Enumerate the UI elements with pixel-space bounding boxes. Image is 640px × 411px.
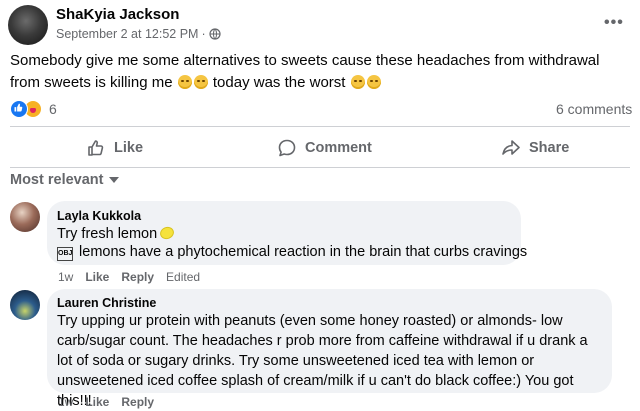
comment-like-button[interactable]: Like bbox=[85, 270, 109, 284]
like-reaction-icon[interactable] bbox=[10, 100, 28, 118]
post-meta: September 2 at 12:52 PM · bbox=[56, 27, 221, 41]
author-avatar[interactable] bbox=[8, 5, 48, 45]
comment-text-line: lemons have a phytochemical reaction in … bbox=[79, 244, 528, 260]
share-arrow-icon bbox=[502, 140, 520, 155]
comment-text: Try fresh lemon bbox=[57, 224, 176, 244]
divider bbox=[10, 167, 630, 168]
lemon-emoji-icon bbox=[158, 224, 176, 242]
comments-count[interactable]: 6 comments bbox=[556, 101, 632, 117]
thumbs-up-icon bbox=[88, 140, 104, 156]
comment-button-label: Comment bbox=[305, 140, 372, 156]
comment-time[interactable]: 1w bbox=[58, 395, 73, 409]
reaction-count[interactable]: 6 bbox=[49, 101, 57, 117]
more-options-icon[interactable]: ••• bbox=[604, 14, 624, 32]
like-button[interactable]: Like bbox=[86, 136, 143, 160]
post-text-mid: today was the worst bbox=[212, 74, 346, 91]
comment-text: OBJ lemons have a phytochemical reaction… bbox=[57, 242, 527, 262]
comment-reply-button[interactable]: Reply bbox=[121, 270, 154, 284]
weary-face-emoji-icon bbox=[366, 75, 381, 89]
weary-face-emoji-icon bbox=[350, 75, 365, 89]
object-replacement-icon: OBJ bbox=[57, 247, 73, 261]
commenter-avatar[interactable] bbox=[10, 290, 40, 320]
caret-down-icon bbox=[109, 177, 120, 183]
comment-time[interactable]: 1w bbox=[58, 270, 73, 284]
comment-actions: 1w Like Reply bbox=[58, 395, 154, 409]
comment-sort-label: Most relevant bbox=[10, 172, 104, 188]
commenter-name[interactable]: Lauren Christine bbox=[57, 296, 156, 310]
author-name[interactable]: ShaKyia Jackson bbox=[56, 6, 179, 23]
post-text: Somebody give me some alternatives to sw… bbox=[10, 50, 630, 94]
comment-text-line: Try fresh lemon bbox=[57, 226, 158, 242]
edited-label: Edited bbox=[166, 270, 201, 284]
share-button-label: Share bbox=[529, 140, 570, 156]
comment-like-button[interactable]: Like bbox=[85, 395, 109, 409]
share-button[interactable]: Share bbox=[501, 136, 569, 160]
divider bbox=[10, 126, 630, 127]
commenter-name[interactable]: Layla Kukkola bbox=[57, 209, 141, 223]
like-button-label: Like bbox=[114, 140, 144, 156]
meta-separator: · bbox=[201, 27, 206, 41]
weary-face-emoji-icon bbox=[193, 75, 208, 89]
weary-face-emoji-icon bbox=[177, 75, 192, 89]
post-timestamp[interactable]: September 2 at 12:52 PM bbox=[56, 27, 198, 41]
globe-icon bbox=[209, 28, 221, 40]
comment-actions: 1w Like Reply Edited bbox=[58, 270, 200, 284]
comment-button[interactable]: Comment bbox=[277, 136, 372, 160]
comment-reply-button[interactable]: Reply bbox=[121, 395, 154, 409]
comment-sort-dropdown[interactable]: Most relevant bbox=[10, 172, 120, 188]
comment-bubble-icon bbox=[278, 139, 296, 157]
commenter-avatar[interactable] bbox=[10, 202, 40, 232]
